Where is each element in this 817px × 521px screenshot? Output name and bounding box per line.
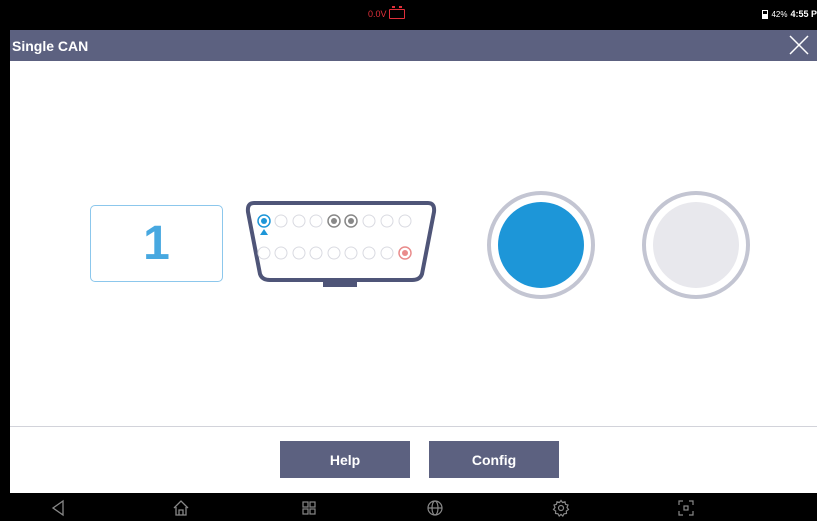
channel-number: 1	[143, 217, 170, 270]
help-button[interactable]: Help	[280, 441, 410, 478]
voltage-indicator: 0.0V	[368, 6, 405, 19]
title-bar: Single CAN	[10, 30, 817, 61]
status-bar: 0.0V 42% 4:55 P	[0, 0, 817, 30]
main-content: 1 Help Config	[10, 61, 817, 493]
clock: 4:55 P	[790, 9, 817, 19]
close-icon	[789, 35, 809, 55]
home-icon[interactable]	[172, 499, 190, 517]
status-indicator-inactive	[642, 191, 750, 299]
screenshot-icon[interactable]	[677, 499, 695, 517]
close-button[interactable]	[787, 33, 811, 57]
back-icon[interactable]	[50, 499, 68, 517]
channel-number-box: 1	[90, 205, 223, 282]
battery-percent: 42%	[771, 9, 788, 19]
system-status: 42% 4:55 P	[762, 9, 817, 19]
page-title: Single CAN	[12, 38, 89, 54]
status-indicator-active	[487, 191, 595, 299]
footer-divider	[10, 426, 817, 427]
battery-icon	[762, 9, 769, 19]
apps-icon[interactable]	[300, 499, 318, 517]
status-indicator-inactive-fill	[653, 202, 739, 288]
settings-icon[interactable]	[552, 499, 570, 517]
car-battery-icon	[388, 6, 405, 19]
browser-icon[interactable]	[426, 499, 444, 517]
obd-connector-icon	[245, 201, 437, 287]
config-button[interactable]: Config	[429, 441, 559, 478]
voltage-value: 0.0V	[368, 9, 387, 19]
status-indicator-active-fill	[498, 202, 584, 288]
system-nav-bar	[0, 493, 817, 521]
